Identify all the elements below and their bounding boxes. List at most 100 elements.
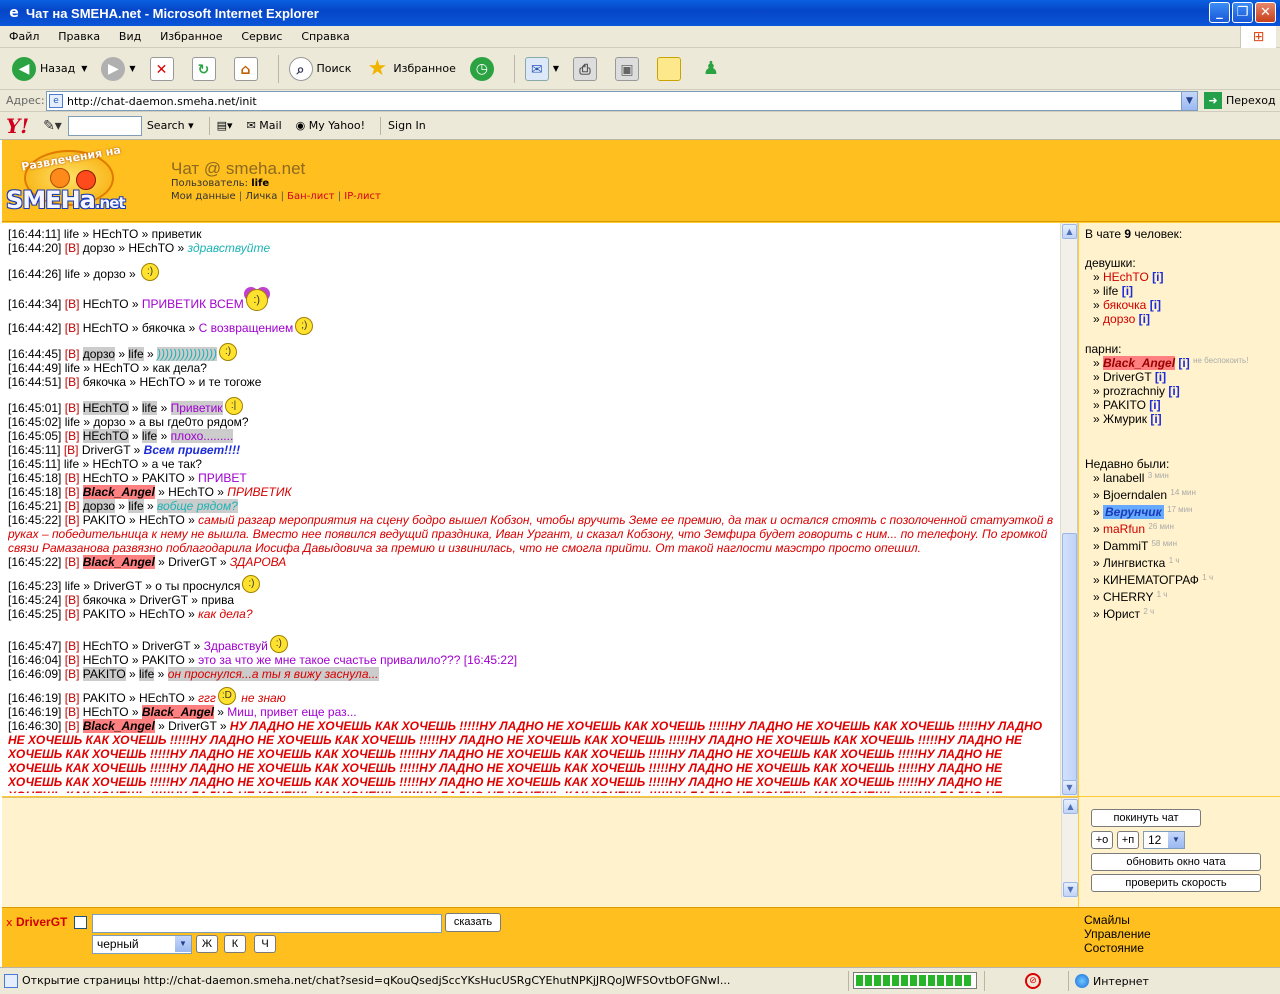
message-sender[interactable]: HEchTO [83, 639, 129, 653]
user-nick[interactable]: Верунчик [1103, 505, 1164, 519]
private-marker[interactable]: [В] [65, 719, 80, 733]
scroll-down-icon[interactable]: ▼ [1063, 882, 1078, 897]
menu-file[interactable]: Файл [0, 26, 45, 43]
user-list-item[interactable]: » бякочка [i] [1085, 298, 1163, 312]
message-recipient[interactable]: DriverGT [142, 639, 190, 653]
message-recipient[interactable]: HEchTO [139, 691, 185, 705]
private-marker[interactable]: [В] [65, 471, 80, 485]
scroll-up-icon[interactable]: ▲ [1062, 224, 1077, 239]
message-recipient[interactable]: life [141, 401, 158, 415]
say-button[interactable]: сказать [445, 913, 501, 932]
refresh-chat-button[interactable]: обновить окно чата [1091, 853, 1261, 871]
user-nick[interactable]: PAKITO [1103, 398, 1146, 412]
private-marker[interactable]: [В] [65, 429, 80, 443]
message-recipient[interactable]: DriverGT [139, 593, 187, 607]
yahoo-highlight-button[interactable]: ▤▾ [214, 119, 236, 132]
private-marker[interactable]: [В] [65, 347, 80, 361]
user-info-link[interactable]: [i] [1139, 312, 1150, 326]
message-recipient[interactable]: HEchTO [93, 227, 139, 241]
message-sender[interactable]: дорзо [83, 241, 115, 255]
pencil-icon[interactable]: ✎▾ [43, 118, 62, 134]
forward-button[interactable]: ▶ ▼ [97, 53, 139, 85]
private-marker[interactable]: [В] [64, 443, 79, 457]
message-input[interactable] [92, 914, 442, 933]
user-info-link[interactable]: [i] [1155, 370, 1166, 384]
message-sender[interactable]: HEchTO [83, 297, 129, 311]
message-sender[interactable]: дорзо [82, 347, 116, 361]
message-sender[interactable]: DriverGT [82, 443, 130, 457]
message-recipient[interactable]: дорзо [93, 415, 125, 429]
user-list-item[interactable]: » дорзо [i] [1085, 312, 1163, 326]
user-nick[interactable]: DriverGT [1103, 370, 1151, 384]
user-list-item[interactable]: » lanabell 3 мин [1085, 471, 1213, 488]
user-list-item[interactable]: » DammiT 58 мин [1085, 539, 1213, 556]
user-list-item[interactable]: » Жмурик [i] [1085, 412, 1248, 426]
user-nick[interactable]: CHERRY [1103, 590, 1153, 604]
message-sender[interactable]: Black_Angel [82, 555, 155, 569]
private-marker[interactable]: [В] [65, 375, 80, 389]
message-recipient[interactable]: DriverGT [168, 555, 216, 569]
status-link[interactable]: Состояние [1084, 941, 1151, 955]
user-list-item[interactable]: » DriverGT [i] [1085, 370, 1248, 384]
message-sender[interactable]: life [65, 361, 80, 375]
maximize-button[interactable]: ❐ [1232, 2, 1253, 23]
message-sender[interactable]: HEchTO [83, 705, 129, 719]
message-sender[interactable]: PAKITO [82, 667, 126, 681]
message-sender[interactable]: PAKITO [83, 691, 126, 705]
user-list-item[interactable]: » PAKITO [i] [1085, 398, 1248, 412]
user-info-link[interactable]: [i] [1150, 298, 1161, 312]
smeha-logo[interactable]: Развлечения на SMEHa.net [6, 143, 130, 216]
scroll-down-icon[interactable]: ▼ [1062, 780, 1077, 795]
user-info-link[interactable]: [i] [1122, 284, 1133, 298]
home-button[interactable]: ⌂ [230, 53, 266, 85]
message-sender[interactable]: life [65, 415, 80, 429]
user-nick[interactable]: Black_Angel [1103, 356, 1176, 370]
user-info-link[interactable]: [i] [1178, 356, 1189, 370]
italic-button[interactable]: К [224, 935, 246, 953]
private-link[interactable]: Личка [245, 191, 277, 202]
my-yahoo-button[interactable]: ◉ My Yahoo! [293, 119, 368, 132]
private-marker[interactable]: [В] [65, 513, 80, 527]
plus-p-button[interactable]: +п [1117, 831, 1139, 849]
user-info-link[interactable]: [i] [1149, 398, 1160, 412]
menu-favorites[interactable]: Избранное [151, 26, 228, 43]
private-marker[interactable]: [В] [65, 607, 80, 621]
user-list-item[interactable]: » CHERRY 1 ч [1085, 590, 1213, 607]
user-nick[interactable]: Юрист [1103, 607, 1140, 621]
check-speed-button[interactable]: проверить скорость [1091, 874, 1261, 892]
stop-button[interactable]: ✕ [146, 53, 182, 85]
message-sender[interactable]: PAKITO [83, 607, 126, 621]
user-list-item[interactable]: » Верунчик 17 мин [1085, 505, 1213, 522]
private-marker[interactable]: [В] [65, 639, 80, 653]
menu-help[interactable]: Справка [292, 26, 355, 43]
user-list-item[interactable]: » Юрист 2 ч [1085, 607, 1213, 624]
message-sender[interactable]: HEchTO [83, 471, 129, 485]
message-recipient[interactable]: HEchTO [93, 361, 139, 375]
minimize-button[interactable]: _ [1209, 2, 1230, 23]
plus-o-button[interactable]: +о [1091, 831, 1113, 849]
message-recipient[interactable]: HEchTO [139, 607, 185, 621]
user-nick[interactable]: дорзо [1103, 312, 1135, 326]
forward-dropdown-icon[interactable]: ▼ [129, 64, 135, 73]
message-sender[interactable]: HEchTO [83, 653, 129, 667]
message-sender[interactable]: дорзо [82, 499, 116, 513]
message-sender[interactable]: HEchTO [82, 429, 129, 443]
yahoo-logo-icon[interactable]: Y! [6, 114, 29, 138]
user-nick[interactable]: prozrachniy [1103, 384, 1165, 398]
message-recipient[interactable]: life [128, 499, 144, 513]
private-marker[interactable]: [В] [65, 241, 80, 255]
address-input[interactable]: e http://chat-daemon.smeha.net/init ▼ [46, 91, 1198, 111]
yahoo-search-input[interactable] [67, 115, 142, 136]
private-marker[interactable]: [В] [65, 653, 80, 667]
yahoo-search-button[interactable]: Search ▾ [144, 119, 197, 132]
user-nick[interactable]: HEchTO [1103, 270, 1149, 284]
message-sender[interactable]: life [64, 227, 79, 241]
user-info-link[interactable]: [i] [1150, 412, 1161, 426]
user-nick[interactable]: Bjoerndalen [1103, 488, 1167, 502]
message-sender[interactable]: life [65, 267, 80, 281]
user-nick[interactable]: lanabell [1103, 471, 1144, 485]
user-nick[interactable]: Жмурик [1103, 412, 1147, 426]
recipient-nick[interactable]: DriverGT [16, 915, 67, 929]
user-list-item[interactable]: » Black_Angel [i] не беспокоить! [1085, 356, 1248, 370]
underline-button[interactable]: Ч [254, 935, 276, 953]
